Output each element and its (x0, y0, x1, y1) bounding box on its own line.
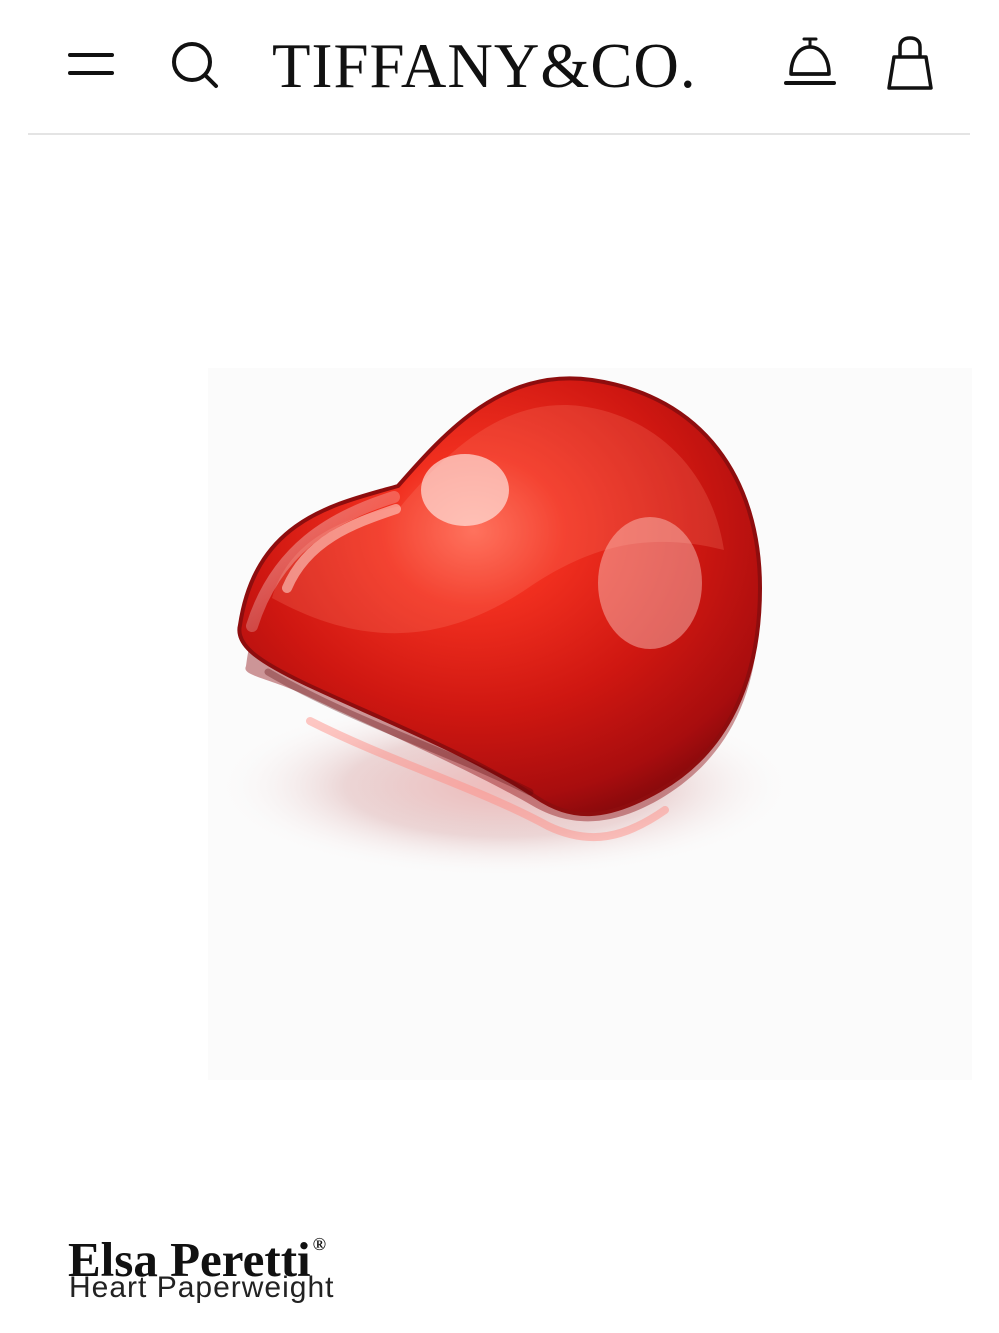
site-header: TIFFANY&CO. (0, 0, 999, 135)
menu-button[interactable] (66, 40, 116, 90)
product-image-area (0, 136, 999, 1136)
search-button[interactable] (166, 36, 222, 92)
menu-icon (68, 53, 114, 75)
heart-paperweight-image[interactable] (0, 136, 999, 1136)
concierge-button[interactable] (782, 34, 840, 92)
search-icon (172, 42, 218, 88)
shopping-bag-button[interactable] (882, 34, 938, 94)
registered-mark: ® (312, 1233, 327, 1254)
header-divider (28, 133, 970, 135)
product-name[interactable]: Heart Paperweight (69, 1268, 334, 1308)
shopping-bag-icon (887, 36, 933, 90)
concierge-bell-icon (784, 37, 836, 85)
tiffany-logo[interactable]: TIFFANY&CO. (272, 26, 732, 106)
